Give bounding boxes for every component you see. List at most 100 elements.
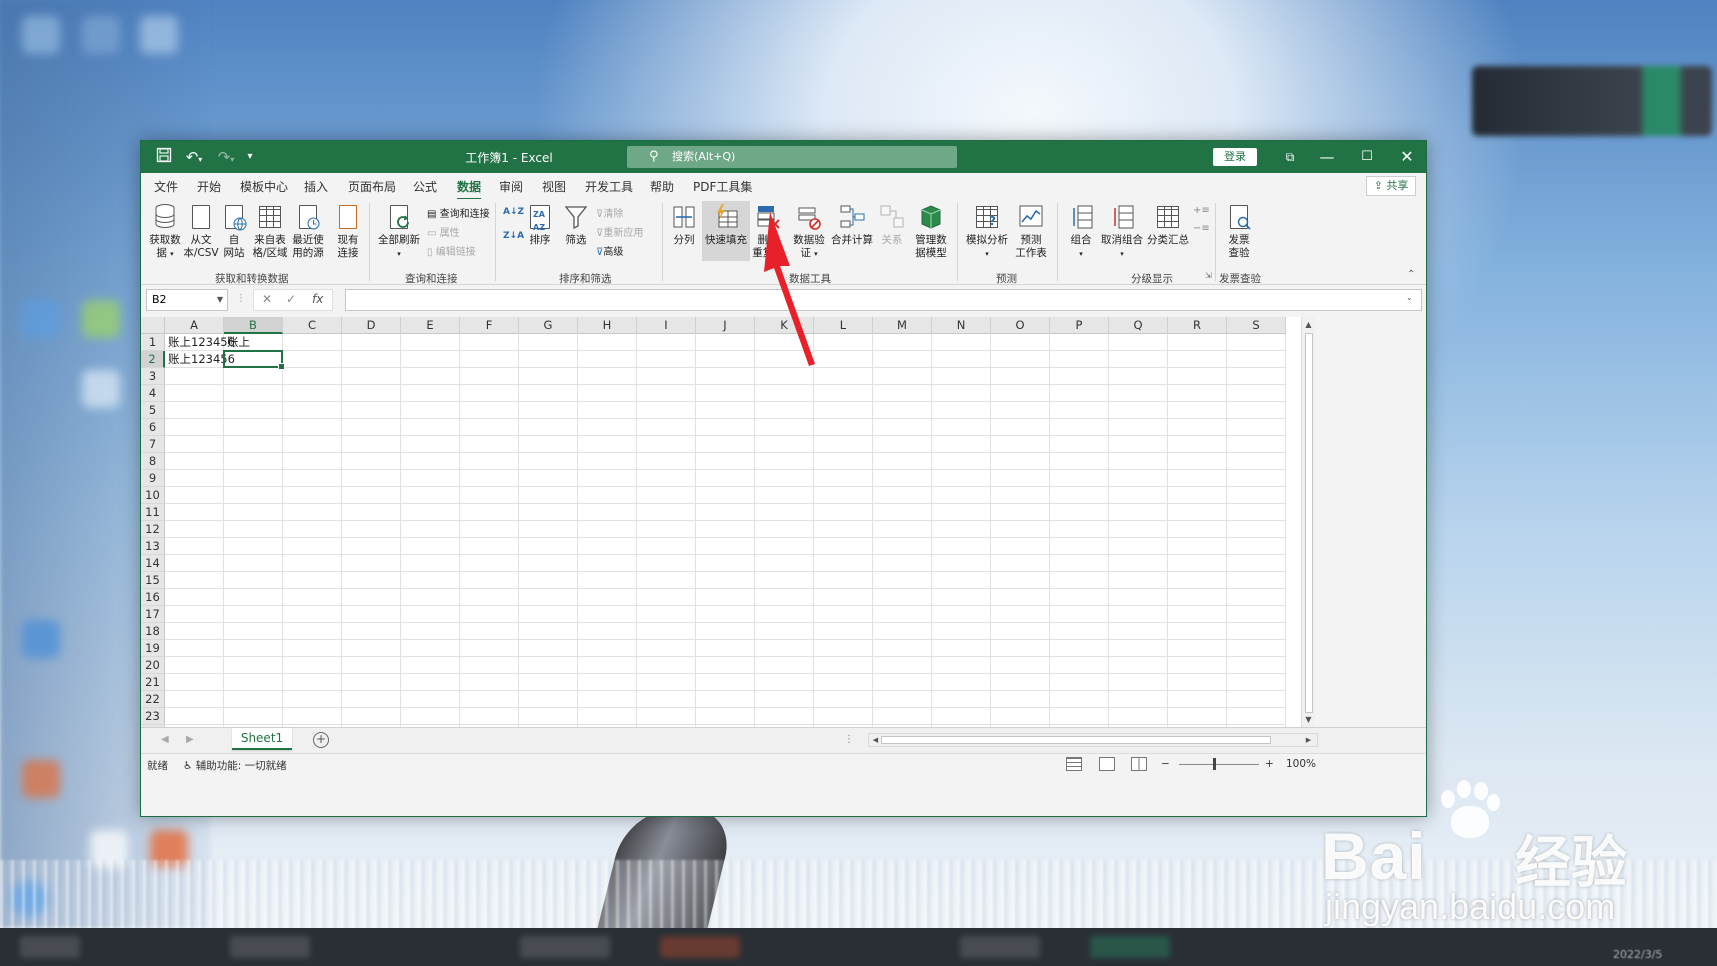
cell-i1[interactable]	[637, 334, 696, 351]
cell-c12[interactable]	[283, 521, 342, 538]
cell-k9[interactable]	[755, 470, 814, 487]
normal-view-icon[interactable]	[1066, 757, 1082, 771]
cell-i11[interactable]	[637, 504, 696, 521]
cell-j14[interactable]	[696, 555, 755, 572]
cell-d5[interactable]	[342, 402, 401, 419]
cell-j5[interactable]	[696, 402, 755, 419]
cell-s21[interactable]	[1227, 674, 1286, 691]
column-header-n[interactable]: N	[932, 317, 991, 334]
cell-n5[interactable]	[932, 402, 991, 419]
cell-j4[interactable]	[696, 385, 755, 402]
cell-c9[interactable]	[283, 470, 342, 487]
cell-s7[interactable]	[1227, 436, 1286, 453]
horizontal-scroll-thumb[interactable]	[881, 736, 1271, 744]
cell-p19[interactable]	[1050, 640, 1109, 657]
cell-o7[interactable]	[991, 436, 1050, 453]
column-header-f[interactable]: F	[460, 317, 519, 334]
cell-k3[interactable]	[755, 368, 814, 385]
cell-g1[interactable]	[519, 334, 578, 351]
cell-s1[interactable]	[1227, 334, 1286, 351]
cell-h12[interactable]	[578, 521, 637, 538]
cell-f14[interactable]	[460, 555, 519, 572]
cell-b7[interactable]	[224, 436, 283, 453]
cell-m15[interactable]	[873, 572, 932, 589]
notification-popup[interactable]	[1472, 66, 1712, 136]
row-header-20[interactable]: 20	[141, 657, 165, 674]
cell-e16[interactable]	[401, 589, 460, 606]
cell-a3[interactable]	[165, 368, 224, 385]
cell-c11[interactable]	[283, 504, 342, 521]
cell-l18[interactable]	[814, 623, 873, 640]
cell-p15[interactable]	[1050, 572, 1109, 589]
cell-j3[interactable]	[696, 368, 755, 385]
cell-n10[interactable]	[932, 487, 991, 504]
cell-a21[interactable]	[165, 674, 224, 691]
sheet-tab[interactable]: Sheet1	[232, 728, 292, 750]
row-header-10[interactable]: 10	[141, 487, 165, 504]
cell-r11[interactable]	[1168, 504, 1227, 521]
cell-g20[interactable]	[519, 657, 578, 674]
cell-e6[interactable]	[401, 419, 460, 436]
cell-f3[interactable]	[460, 368, 519, 385]
cell-i13[interactable]	[637, 538, 696, 555]
cell-h13[interactable]	[578, 538, 637, 555]
forecast-sheet-button[interactable]: 预测 工作表	[1011, 203, 1051, 260]
cell-e12[interactable]	[401, 521, 460, 538]
cell-i15[interactable]	[637, 572, 696, 589]
cell-e4[interactable]	[401, 385, 460, 402]
column-header-c[interactable]: C	[283, 317, 342, 334]
cell-f20[interactable]	[460, 657, 519, 674]
cell-j15[interactable]	[696, 572, 755, 589]
cell-i20[interactable]	[637, 657, 696, 674]
column-header-h[interactable]: H	[578, 317, 637, 334]
cell-l8[interactable]	[814, 453, 873, 470]
cell-o20[interactable]	[991, 657, 1050, 674]
cell-r3[interactable]	[1168, 368, 1227, 385]
cell-d15[interactable]	[342, 572, 401, 589]
cell-q20[interactable]	[1109, 657, 1168, 674]
cell-o5[interactable]	[991, 402, 1050, 419]
cell-j22[interactable]	[696, 691, 755, 708]
cell-b20[interactable]	[224, 657, 283, 674]
cell-p11[interactable]	[1050, 504, 1109, 521]
column-header-b[interactable]: B	[224, 317, 283, 334]
ribbon-display-icon[interactable]: ⧉	[1270, 141, 1310, 173]
cell-c2[interactable]	[283, 351, 342, 368]
refresh-all-button[interactable]: 全部刷新 ▾	[377, 203, 421, 261]
chevron-down-icon[interactable]: ▼	[217, 290, 223, 310]
properties-button[interactable]: ▭ 属性	[427, 224, 460, 239]
row-header-17[interactable]: 17	[141, 606, 165, 623]
cell-o21[interactable]	[991, 674, 1050, 691]
cell-a14[interactable]	[165, 555, 224, 572]
cell-r17[interactable]	[1168, 606, 1227, 623]
column-header-m[interactable]: M	[873, 317, 932, 334]
cell-g2[interactable]	[519, 351, 578, 368]
cell-c13[interactable]	[283, 538, 342, 555]
cell-d21[interactable]	[342, 674, 401, 691]
cell-l23[interactable]	[814, 708, 873, 725]
cell-f5[interactable]	[460, 402, 519, 419]
cell-r18[interactable]	[1168, 623, 1227, 640]
cell-f17[interactable]	[460, 606, 519, 623]
cell-a1[interactable]: 账上123456	[165, 334, 235, 351]
cell-j12[interactable]	[696, 521, 755, 538]
cell-q19[interactable]	[1109, 640, 1168, 657]
cell-k15[interactable]	[755, 572, 814, 589]
cell-p22[interactable]	[1050, 691, 1109, 708]
cell-l10[interactable]	[814, 487, 873, 504]
desktop-icon[interactable]	[22, 620, 60, 658]
cell-a10[interactable]	[165, 487, 224, 504]
tab-help[interactable]: 帮助	[650, 178, 674, 195]
cell-d4[interactable]	[342, 385, 401, 402]
desktop-icon[interactable]	[22, 760, 60, 798]
desktop-icon[interactable]	[82, 370, 120, 408]
cell-r10[interactable]	[1168, 487, 1227, 504]
cell-p7[interactable]	[1050, 436, 1109, 453]
taskbar-item[interactable]	[230, 936, 310, 958]
cell-s17[interactable]	[1227, 606, 1286, 623]
cell-i14[interactable]	[637, 555, 696, 572]
cell-j2[interactable]	[696, 351, 755, 368]
cell-c5[interactable]	[283, 402, 342, 419]
cell-e22[interactable]	[401, 691, 460, 708]
cell-d18[interactable]	[342, 623, 401, 640]
